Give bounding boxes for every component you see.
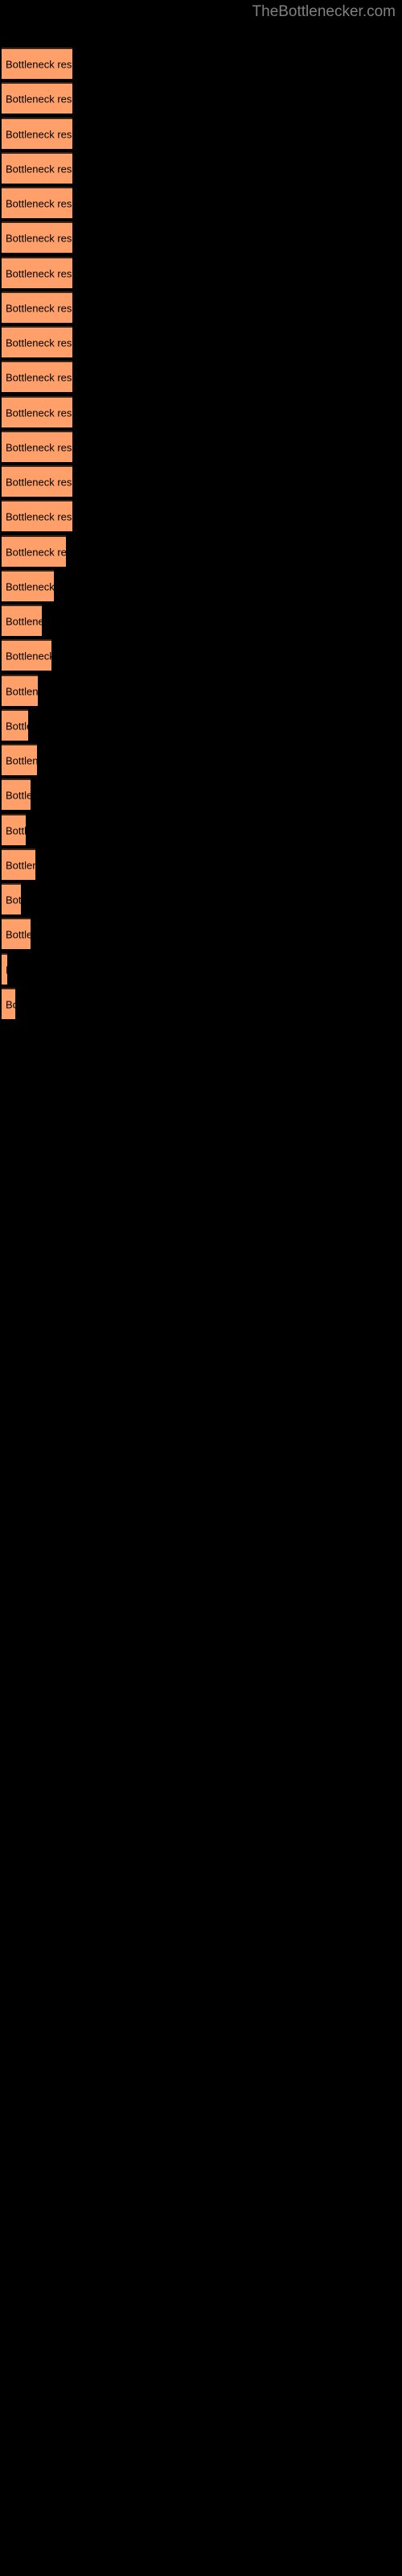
bar-label: Bottleneck result (6, 928, 31, 940)
bar-item[interactable]: Bottleneck result (2, 291, 72, 323)
bar-label: Bottleneck result (6, 720, 28, 732)
bar-label: Bottleneck result (6, 789, 31, 801)
bar-item[interactable]: Bottleneck result (2, 326, 72, 357)
bar-item[interactable]: Bottleneck result (2, 744, 37, 775)
bar-item[interactable]: Bottleneck result (2, 361, 72, 392)
bar-label: Bottleneck result (6, 336, 72, 349)
bar-label: Bottleneck result (6, 546, 66, 558)
bar-item[interactable]: Bottleneck result (2, 187, 72, 218)
bar-label: Bottleneck result (6, 407, 72, 419)
bar-item[interactable]: Bottleneck result (2, 152, 72, 184)
bar-label: Bottleneck result (6, 580, 54, 592)
bar-item[interactable]: Bottleneck result (2, 988, 15, 1019)
bar-item[interactable]: Bottleneck result (2, 118, 72, 149)
bar-label: Bottleneck result (6, 964, 7, 976)
bar-item[interactable]: Bottleneck result (2, 883, 21, 914)
bar-label: Bottleneck result (6, 163, 72, 175)
bar-label: Bottleneck result (6, 232, 72, 244)
bar-item[interactable]: Bottleneck result (2, 465, 72, 497)
bar-label: Bottleneck result (6, 58, 72, 70)
bar-label: Bottleneck result (6, 510, 72, 522)
bar-label: Bottleneck result (6, 754, 37, 766)
bar-label: Bottleneck result (6, 476, 72, 488)
bar-item[interactable]: Bottleneck result (2, 396, 72, 427)
bar-item[interactable]: Bottleneck result (2, 814, 26, 845)
bar-label: Bottleneck result (6, 93, 72, 105)
bar-label: Bottleneck result (6, 894, 21, 906)
bar-item[interactable]: Bottleneck result (2, 639, 51, 671)
bottleneck-chart: TheBottlenecker.com Bottleneck resultBot… (0, 0, 402, 2576)
bar-item[interactable]: Bottleneck result (2, 953, 7, 985)
bar-item[interactable]: Bottleneck result (2, 82, 72, 114)
bar-label: Bottleneck result (6, 371, 72, 383)
bar-series: Bottleneck result Bottleneck result Bottle… (0, 0, 402, 2576)
bar-label: Bottleneck result (6, 302, 72, 314)
bar-label: Bottleneck result (6, 859, 35, 871)
bar-item[interactable]: Bottleneck result (2, 570, 54, 601)
bar-label: Bottleneck result (6, 685, 38, 697)
bar-label: Bottleneck result (6, 615, 42, 627)
bar-item[interactable]: Bottleneck result (2, 848, 35, 880)
bar-item[interactable]: Bottleneck result (2, 918, 31, 949)
bar-label: Bottleneck result (6, 441, 72, 453)
bar-label: Bottleneck result (6, 197, 72, 209)
bar-item[interactable]: Bottleneck result (2, 778, 31, 810)
bar-label: Bottleneck result (6, 128, 72, 140)
bar-item[interactable]: Bottleneck result (2, 47, 72, 79)
bar-item[interactable]: Bottleneck result (2, 709, 28, 741)
bar-item[interactable]: Bottleneck result (2, 675, 38, 706)
bar-label: Bottleneck result (6, 998, 15, 1010)
bar-item[interactable]: Bottleneck result (2, 535, 66, 567)
bar-label: Bottleneck result (6, 650, 51, 662)
bar-item[interactable]: Bottleneck result (2, 221, 72, 253)
bar-item[interactable]: Bottleneck result (2, 431, 72, 462)
bar-label: Bottleneck result (6, 824, 26, 836)
bar-item[interactable]: Bottleneck result (2, 500, 72, 531)
bar-label: Bottleneck result (6, 267, 72, 279)
bar-item[interactable]: Bottleneck result (2, 605, 42, 636)
bar-item[interactable]: Bottleneck result (2, 257, 72, 288)
